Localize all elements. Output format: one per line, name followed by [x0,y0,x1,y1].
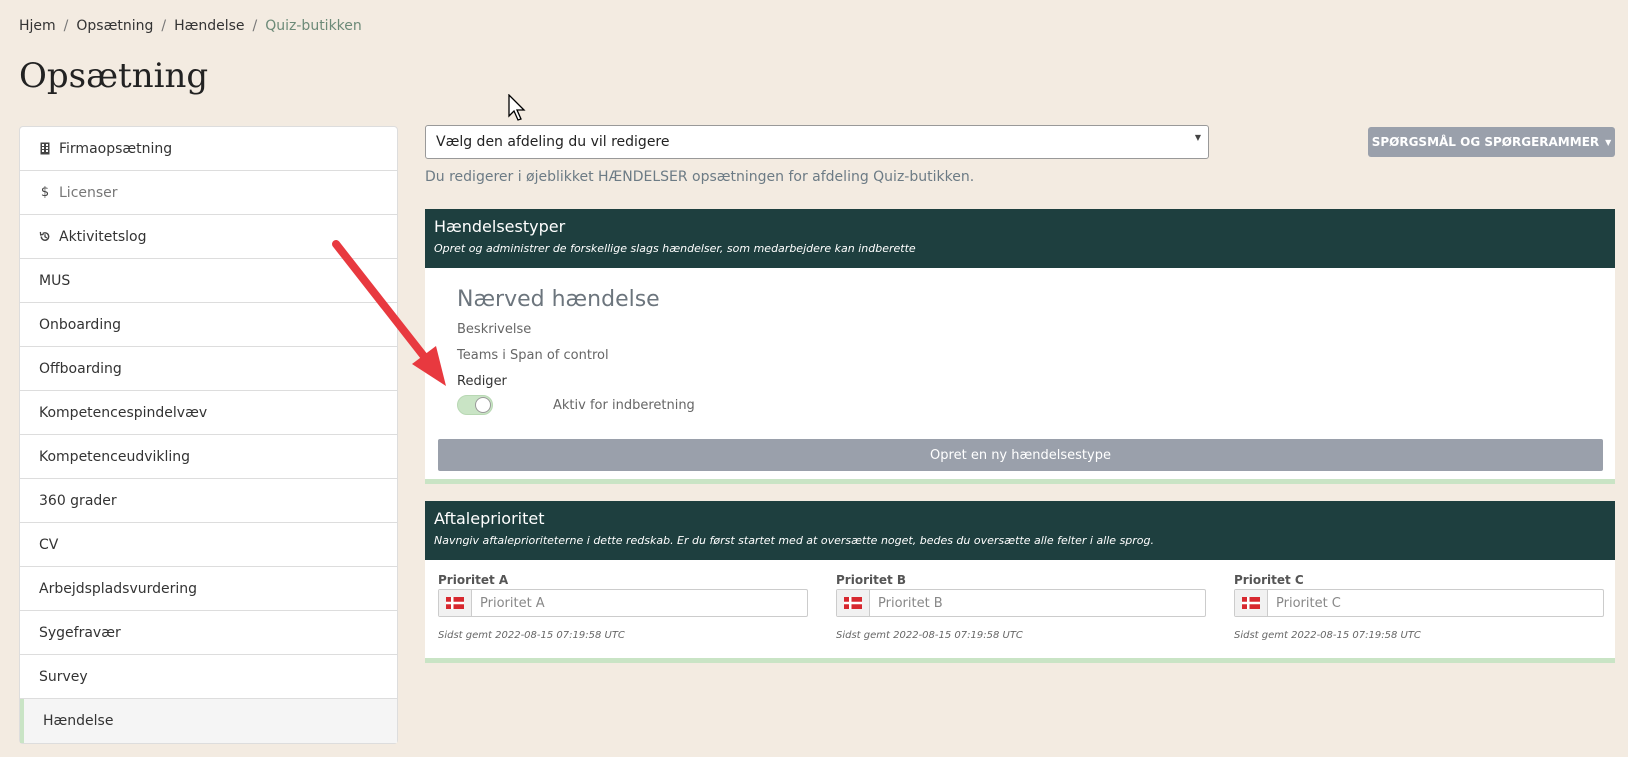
questions-dropdown-button[interactable]: SPØRGSMÅL OG SPØRGERAMMER ▼ [1368,127,1615,157]
sidebar-item-label: Hændelse [43,713,114,729]
caret-down-icon: ▼ [1605,137,1612,147]
priority-b-saved: Sidst gemt 2022-08-15 07:19:58 UTC [836,630,1023,641]
sidebar-item-label: Sygefravær [39,624,121,641]
breadcrumb: Hjem / Opsætning / Hændelse / Quiz-butik… [19,18,362,34]
history-icon [39,230,51,243]
event-name: Nærved hændelse [457,287,660,312]
sidebar-item-label: CV [39,536,59,553]
danish-flag-icon [837,590,870,616]
priority-fields: Prioritet A Sidst gemt 2022-08-15 07:19:… [438,573,1604,641]
active-toggle[interactable] [457,395,493,415]
annotation-arrow-icon [332,240,446,386]
event-types-subtitle: Opret og administrer de forskellige slag… [434,242,916,255]
priority-c-input-group [1234,589,1604,617]
priority-c-group: Prioritet C Sidst gemt 2022-08-15 07:19:… [1234,573,1604,641]
sidebar: Firmaopsætning $ Licenser Aktivitetslog … [19,126,398,744]
sidebar-item-licenses[interactable]: $ Licenser [20,171,397,215]
breadcrumb-current: Quiz-butikken [265,18,362,34]
sidebar-item-sick-leave[interactable]: Sygefravær [20,611,397,655]
sidebar-item-cv[interactable]: CV [20,523,397,567]
sidebar-item-label: Licenser [59,184,118,201]
priority-panel: Aftaleprioritet Navngiv aftaleprioritete… [425,501,1615,663]
priority-c-input[interactable] [1268,590,1603,616]
priority-a-saved: Sidst gemt 2022-08-15 07:19:58 UTC [438,630,625,641]
breadcrumb-event[interactable]: Hændelse [174,18,244,34]
caret-down-icon: ▼ [1194,133,1201,142]
priority-header: Aftaleprioritet Navngiv aftaleprioritete… [425,501,1615,560]
priority-a-input[interactable] [472,590,807,616]
breadcrumb-setup[interactable]: Opsætning [76,18,153,34]
sidebar-item-label: MUS [39,272,71,289]
event-description-label: Beskrivelse [457,322,532,337]
dollar-icon: $ [40,185,50,200]
sidebar-item-label: Kompetenceudvikling [39,448,191,465]
event-teams-label: Teams i Span of control [457,348,609,363]
new-event-type-button[interactable]: Opret en ny hændelsestype [438,439,1603,471]
priority-subtitle: Navngiv aftaleprioriteterne i dette reds… [434,534,1155,547]
priority-c-label: Prioritet C [1234,573,1304,587]
sidebar-item-360[interactable]: 360 grader [20,479,397,523]
sidebar-item-label: Offboarding [39,360,122,377]
danish-flag-icon [439,590,472,616]
priority-b-group: Prioritet B Sidst gemt 2022-08-15 07:19:… [836,573,1206,641]
priority-b-input-group [836,589,1206,617]
breadcrumb-home[interactable]: Hjem [19,18,56,34]
event-card: Nærved hændelse Beskrivelse Teams i Span… [457,287,695,415]
info-text: Du redigerer i øjeblikket HÆNDELSER opsæ… [425,169,975,185]
priority-title: Aftaleprioritet [434,509,545,528]
danish-flag-icon [1235,590,1268,616]
sidebar-item-label: Arbejdspladsvurdering [39,580,198,597]
priority-b-label: Prioritet B [836,573,907,587]
sidebar-item-label: Aktivitetslog [59,228,147,245]
sidebar-item-company-setup[interactable]: Firmaopsætning [20,127,397,171]
sidebar-item-label: Firmaopsætning [59,140,173,157]
priority-c-saved: Sidst gemt 2022-08-15 07:19:58 UTC [1234,630,1421,641]
toggle-knob [475,397,491,413]
sidebar-item-competence-development[interactable]: Kompetenceudvikling [20,435,397,479]
event-types-header: Hændelsestyper Opret og administrer de f… [425,209,1615,268]
event-types-panel: Hændelsestyper Opret og administrer de f… [425,209,1615,484]
questions-button-label: SPØRGSMÅL OG SPØRGERAMMER [1371,135,1600,149]
event-edit-link[interactable]: Rediger [457,374,695,389]
priority-a-label: Prioritet A [438,573,509,587]
sidebar-item-event[interactable]: Hændelse [20,699,397,743]
sidebar-item-label: Onboarding [39,316,121,333]
active-toggle-row: Aktiv for indberetning [457,395,695,415]
department-select[interactable]: Vælg den afdeling du vil redigere ▼ [425,125,1209,159]
priority-a-input-group [438,589,808,617]
department-select-placeholder: Vælg den afdeling du vil redigere [436,134,670,150]
event-types-title: Hændelsestyper [434,217,566,236]
sidebar-item-label: Kompetencespindelvæv [39,404,208,421]
sidebar-item-survey[interactable]: Survey [20,655,397,699]
active-toggle-label: Aktiv for indberetning [553,397,695,413]
building-icon [39,142,51,155]
priority-a-group: Prioritet A Sidst gemt 2022-08-15 07:19:… [438,573,808,641]
breadcrumb-separator: / [63,18,69,34]
sidebar-item-label: Survey [39,668,88,685]
sidebar-item-label: 360 grader [39,492,117,509]
sidebar-item-workplace-assessment[interactable]: Arbejdspladsvurdering [20,567,397,611]
page-title: Opsætning [19,56,209,96]
mouse-cursor-icon [508,94,526,121]
breadcrumb-separator: / [252,18,258,34]
breadcrumb-separator: / [161,18,167,34]
priority-b-input[interactable] [870,590,1205,616]
